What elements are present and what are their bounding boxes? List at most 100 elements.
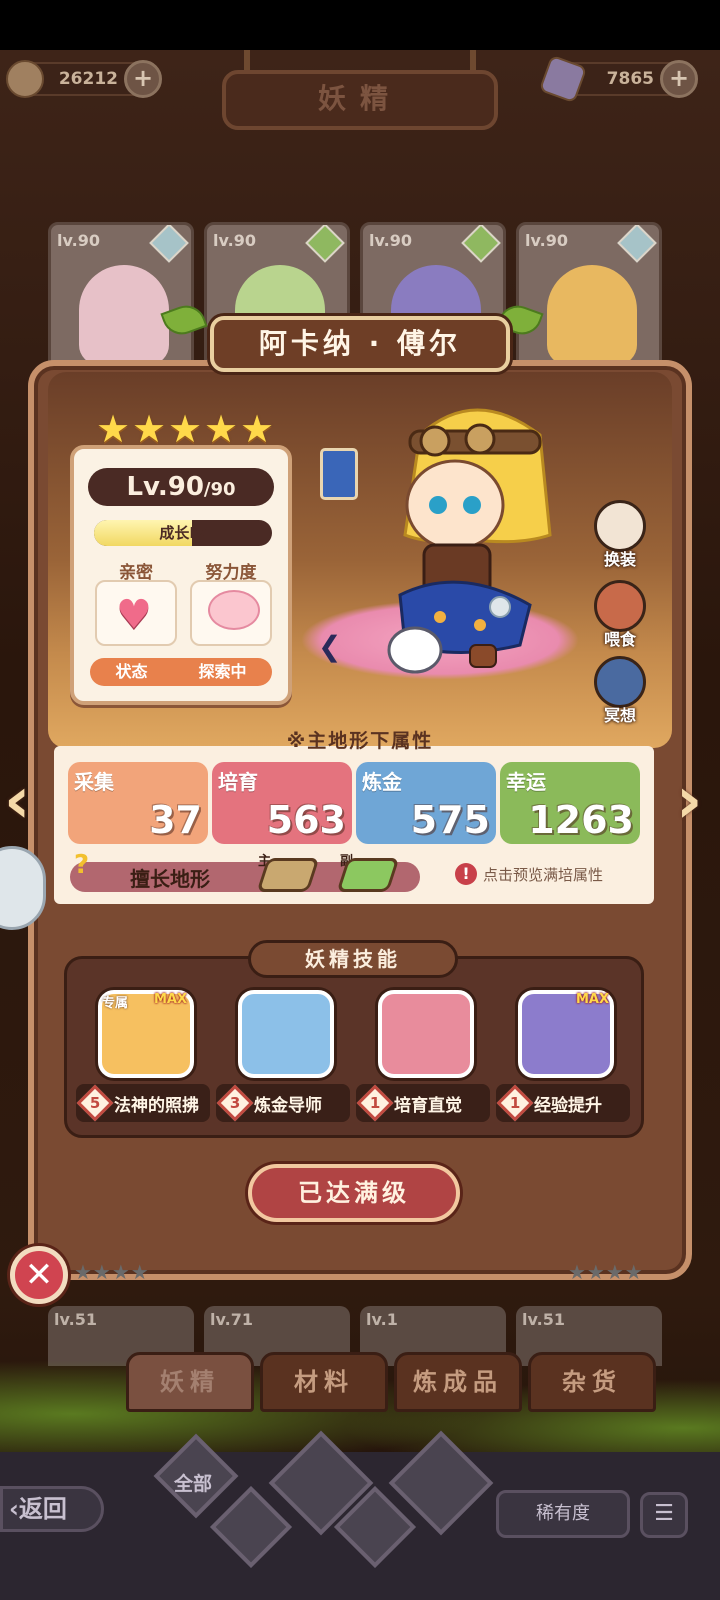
terrain-gem-icon bbox=[149, 225, 189, 263]
meditate-button[interactable]: 冥想 bbox=[592, 656, 648, 726]
stat-luck: 幸运 1263 bbox=[500, 762, 640, 844]
max-level-button[interactable]: 已达满级 bbox=[248, 1164, 460, 1222]
star-rating: ★ ★ ★ ★ ★ bbox=[96, 407, 276, 460]
swirl-icon bbox=[594, 656, 646, 708]
status-bar-pill: 状态 探索中 bbox=[90, 658, 272, 686]
skill-level-badge: 1 bbox=[496, 1084, 534, 1122]
add-gem-button[interactable]: + bbox=[660, 60, 698, 98]
status-label: 状态 bbox=[115, 662, 148, 681]
skill-label: 1 培育直觉 bbox=[356, 1084, 490, 1122]
category-tabs: 妖精 材料 炼成品 杂货 bbox=[126, 1352, 656, 1412]
skill-level: 1 bbox=[509, 1094, 521, 1112]
preview-hint: 点击预览满培属性 bbox=[483, 865, 604, 884]
skill-name: 培育直觉 bbox=[394, 1095, 462, 1116]
card-stars: ★★★★ bbox=[74, 1260, 150, 1284]
dress-icon bbox=[594, 500, 646, 552]
star-icon: ★ bbox=[204, 407, 239, 451]
skill-label: 5 法神的照拂 bbox=[76, 1084, 210, 1122]
close-button[interactable]: ✕ bbox=[10, 1246, 68, 1304]
level-display: Lv.90/90 bbox=[88, 468, 274, 506]
chevron-left-icon[interactable]: ❮ bbox=[318, 630, 341, 663]
level-value: Lv.90 bbox=[126, 472, 204, 502]
stat-value: 37 bbox=[149, 798, 202, 842]
card-stars: ★★★★ bbox=[568, 1260, 644, 1284]
exclusive-tag: 专属 bbox=[102, 996, 129, 1011]
star-icon: ★ bbox=[168, 407, 203, 451]
stat-label: 炼金 bbox=[362, 770, 402, 794]
level-max: /90 bbox=[203, 479, 236, 500]
status-value: 探索中 bbox=[198, 662, 247, 681]
back-chevron-icon: ‹ bbox=[9, 1495, 19, 1523]
terrain-gem-icon bbox=[617, 225, 657, 263]
skill-level-badge: 5 bbox=[76, 1084, 114, 1122]
help-icon[interactable]: ? bbox=[74, 850, 89, 880]
stat-nurture: 培育 563 bbox=[212, 762, 352, 844]
gem-amount: 7865 bbox=[606, 69, 654, 89]
stat-label: 培育 bbox=[218, 770, 258, 794]
card-level: lv.90 bbox=[57, 231, 100, 250]
tab-fairy[interactable]: 妖精 bbox=[126, 1352, 254, 1412]
card-level: lv.51 bbox=[522, 1310, 565, 1329]
skill-name: 法神的照拂 bbox=[114, 1095, 199, 1116]
skill-name: 炼金导师 bbox=[254, 1095, 322, 1116]
back-button[interactable]: ‹返回 bbox=[0, 1486, 104, 1532]
fairy-card[interactable]: lv.90 bbox=[516, 222, 662, 372]
terrain-gem-icon bbox=[461, 225, 501, 263]
card-level: lv.1 bbox=[366, 1310, 398, 1329]
meat-icon bbox=[594, 580, 646, 632]
growth-label: 成长IV bbox=[159, 524, 207, 542]
page-title: 妖精 bbox=[222, 70, 498, 130]
skills-header: 妖精技能 bbox=[248, 940, 458, 978]
card-level: lv.90 bbox=[525, 231, 568, 250]
fairy-card[interactable]: lv.90 bbox=[48, 222, 194, 372]
stat-gather: 采集 37 bbox=[68, 762, 208, 844]
skill-level: 1 bbox=[369, 1094, 381, 1112]
add-gold-button[interactable]: + bbox=[124, 60, 162, 98]
skill-name: 经验提升 bbox=[534, 1095, 602, 1116]
preview-max-link[interactable]: ! 点击预览满培属性 bbox=[455, 863, 603, 885]
tarot-card-icon[interactable] bbox=[320, 448, 358, 500]
skill-icon-alchemy-mentor[interactable] bbox=[238, 990, 334, 1078]
stat-value: 575 bbox=[410, 798, 490, 842]
fairy-portrait bbox=[79, 265, 169, 365]
skill-label: 1 经验提升 bbox=[496, 1084, 630, 1122]
gold-amount: 26212 bbox=[58, 69, 118, 89]
rarity-sort-button[interactable]: 稀有度 bbox=[496, 1490, 630, 1538]
skill-label: 3 炼金导师 bbox=[216, 1084, 350, 1122]
prev-fairy-arrow[interactable]: ‹ bbox=[4, 766, 44, 842]
star-icon: ★ bbox=[240, 407, 275, 451]
feed-button[interactable]: 喂食 bbox=[592, 580, 648, 650]
gold-counter: 26212 + bbox=[6, 60, 162, 98]
growth-bar: 成长IV bbox=[94, 520, 272, 546]
next-fairy-arrow[interactable]: › bbox=[676, 766, 716, 842]
star-icon: ★ bbox=[96, 407, 131, 451]
terrain-label: 擅长地形 bbox=[130, 867, 210, 891]
fairy-portrait bbox=[547, 265, 637, 365]
outfit-label: 换装 bbox=[603, 550, 636, 569]
filter-all[interactable]: 全部 bbox=[160, 1462, 226, 1506]
happy-face-icon bbox=[208, 590, 260, 630]
heart-icon: ♥ bbox=[116, 592, 152, 638]
outfit-button[interactable]: 换装 bbox=[592, 500, 648, 570]
status-bar bbox=[0, 0, 720, 50]
gold-coin-icon bbox=[6, 60, 44, 98]
stat-alchemy: 炼金 575 bbox=[356, 762, 496, 844]
stat-label: 采集 bbox=[74, 770, 114, 794]
sort-list-icon[interactable]: ☰ bbox=[640, 1492, 688, 1538]
card-level: lv.51 bbox=[54, 1310, 97, 1329]
gem-counter: 7865 + bbox=[538, 54, 698, 104]
tab-goods[interactable]: 杂货 bbox=[528, 1352, 656, 1412]
skill-icon-nurture-instinct[interactable] bbox=[378, 990, 474, 1078]
tab-crafted[interactable]: 炼成品 bbox=[394, 1352, 522, 1412]
skill-level-badge: 3 bbox=[216, 1084, 254, 1122]
fairy-character bbox=[387, 408, 552, 674]
max-tag: MAX bbox=[154, 992, 188, 1007]
card-level: lv.90 bbox=[213, 231, 256, 250]
skill-level: 5 bbox=[89, 1094, 101, 1112]
stat-value: 563 bbox=[266, 798, 346, 842]
skill-level-badge: 1 bbox=[356, 1084, 394, 1122]
tab-materials[interactable]: 材料 bbox=[260, 1352, 388, 1412]
feed-label: 喂食 bbox=[603, 630, 636, 649]
fairy-name: 阿卡纳 · 傅尔 bbox=[258, 327, 462, 360]
max-tag: MAX bbox=[576, 992, 610, 1007]
